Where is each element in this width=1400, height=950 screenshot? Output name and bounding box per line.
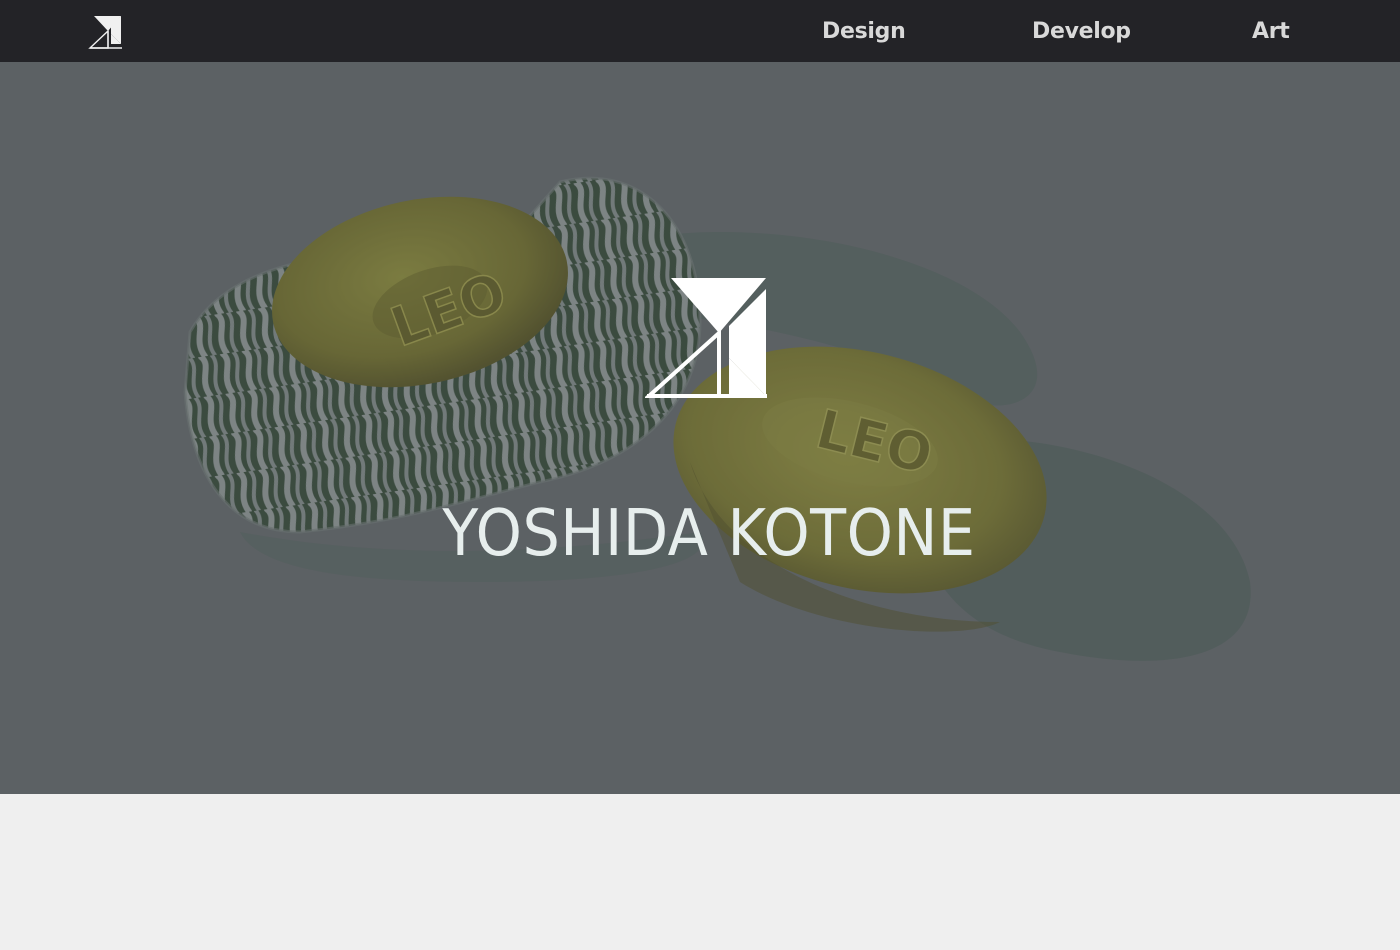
kotone-monogram-icon — [88, 16, 122, 49]
page-content-area — [0, 794, 1400, 950]
top-navigation-bar: Design Develop Art — [0, 0, 1400, 62]
kotone-monogram-icon — [645, 278, 767, 398]
nav-link-design[interactable]: Design — [822, 0, 906, 62]
nav-link-develop[interactable]: Develop — [1032, 0, 1131, 62]
hero-banner: LEO LEO YOSHIDA KOTONE — [0, 62, 1400, 794]
nav-link-art[interactable]: Art — [1252, 0, 1290, 62]
hero-title: YOSHIDA KOTONE — [442, 496, 976, 571]
candy-illustration: LEO LEO — [0, 62, 1400, 794]
home-logo-icon[interactable] — [88, 14, 124, 50]
